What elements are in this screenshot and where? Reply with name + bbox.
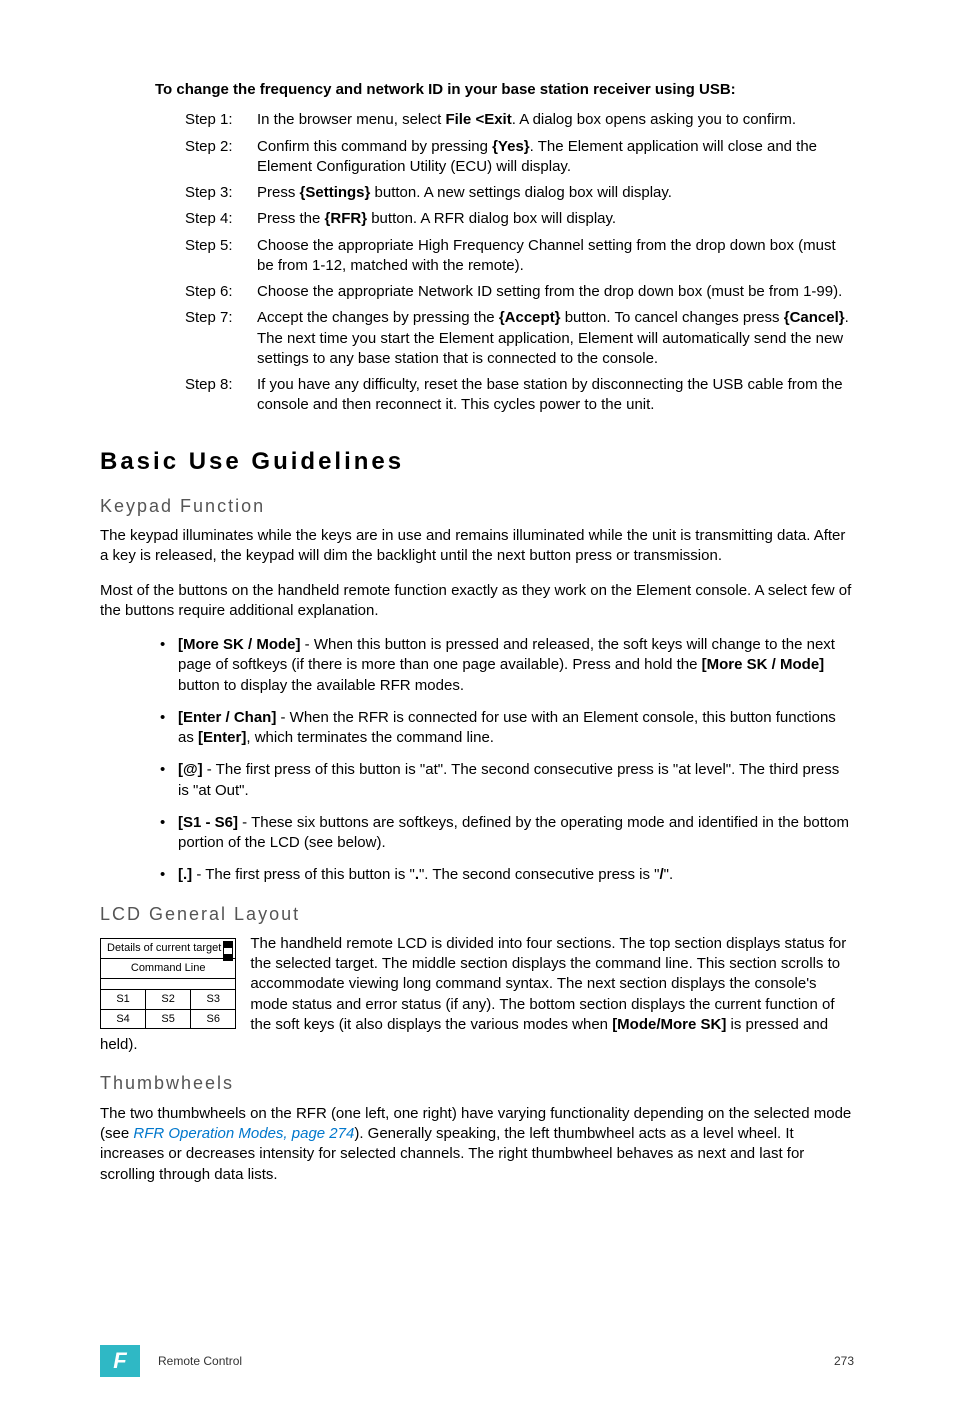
scroll-icon — [223, 941, 233, 961]
keypad-heading: Keypad Function — [100, 494, 854, 518]
step-body: Accept the changes by pressing the {Acce… — [257, 308, 854, 369]
list-item: [.] - The first press of this button is … — [160, 865, 854, 885]
step-label: Step 8: — [185, 375, 257, 416]
step-row: Step 8: If you have any difficulty, rese… — [185, 375, 854, 416]
step-label: Step 1: — [185, 110, 257, 130]
lcd-diagram: Details of current target Command Line S… — [100, 938, 236, 1029]
body-text: Most of the buttons on the handheld remo… — [100, 581, 854, 622]
step-label: Step 4: — [185, 209, 257, 229]
thumbwheels-heading: Thumbwheels — [100, 1071, 854, 1095]
step-body: Press the {RFR} button. A RFR dialog box… — [257, 209, 854, 229]
step-body: In the browser menu, select File <Exit. … — [257, 110, 854, 130]
list-item: [Enter / Chan] - When the RFR is connect… — [160, 708, 854, 749]
appendix-tab: F — [100, 1345, 140, 1377]
step-body: Confirm this command by pressing {Yes}. … — [257, 137, 854, 178]
lcd-block: Details of current target Command Line S… — [100, 934, 854, 1056]
step-body: Press {Settings} button. A new settings … — [257, 183, 854, 203]
xref-link[interactable]: RFR Operation Modes, page 274 — [133, 1125, 354, 1142]
step-row: Step 2: Confirm this command by pressing… — [185, 137, 854, 178]
step-row: Step 6: Choose the appropriate Network I… — [185, 282, 854, 302]
step-label: Step 2: — [185, 137, 257, 178]
step-label: Step 5: — [185, 236, 257, 277]
body-text: The two thumbwheels on the RFR (one left… — [100, 1104, 854, 1185]
list-item: [@] - The first press of this button is … — [160, 760, 854, 801]
list-item: [More SK / Mode] - When this button is p… — [160, 635, 854, 696]
list-item: [S1 - S6] - These six buttons are softke… — [160, 813, 854, 854]
step-row: Step 1: In the browser menu, select File… — [185, 110, 854, 130]
step-label: Step 6: — [185, 282, 257, 302]
page-number: 273 — [834, 1353, 854, 1369]
page-footer: F Remote Control 273 — [100, 1345, 854, 1377]
bullet-list: [More SK / Mode] - When this button is p… — [160, 635, 854, 886]
step-body: If you have any difficulty, reset the ba… — [257, 375, 854, 416]
lcd-heading: LCD General Layout — [100, 902, 854, 926]
step-list: Step 1: In the browser menu, select File… — [185, 110, 854, 415]
step-label: Step 7: — [185, 308, 257, 369]
step-label: Step 3: — [185, 183, 257, 203]
footer-label: Remote Control — [158, 1353, 834, 1369]
step-row: Step 5: Choose the appropriate High Freq… — [185, 236, 854, 277]
step-body: Choose the appropriate Network ID settin… — [257, 282, 854, 302]
body-text: The keypad illuminates while the keys ar… — [100, 526, 854, 567]
intro-heading: To change the frequency and network ID i… — [155, 80, 854, 100]
step-body: Choose the appropriate High Frequency Ch… — [257, 236, 854, 277]
section-heading: Basic Use Guidelines — [100, 446, 854, 478]
step-row: Step 7: Accept the changes by pressing t… — [185, 308, 854, 369]
step-row: Step 4: Press the {RFR} button. A RFR di… — [185, 209, 854, 229]
step-row: Step 3: Press {Settings} button. A new s… — [185, 183, 854, 203]
